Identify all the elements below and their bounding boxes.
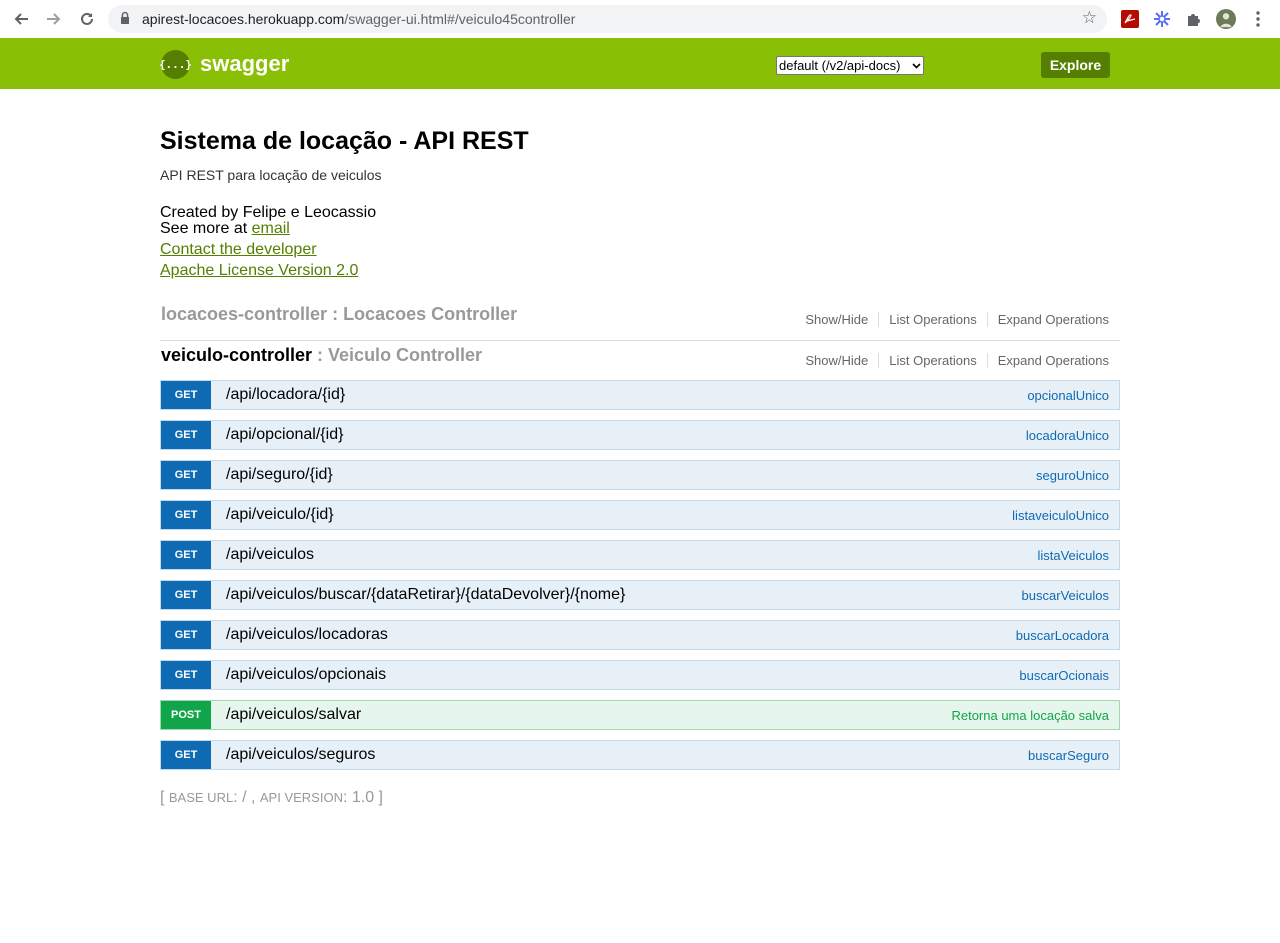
see-more-text: See more at email (160, 220, 290, 237)
http-method-badge[interactable]: GET (161, 381, 211, 409)
api-spec-select[interactable]: default (/v2/api-docs) (776, 56, 924, 75)
chevron-down-icon (912, 62, 921, 69)
expand-operations-link[interactable]: Expand Operations (988, 353, 1109, 368)
operation-summary[interactable]: seguroUnico (1036, 468, 1109, 483)
back-arrow-icon[interactable] (9, 7, 33, 31)
http-method-badge[interactable]: GET (161, 421, 211, 449)
url-text: apirest-locacoes.herokuapp.com/swagger-u… (142, 11, 576, 27)
operation-row[interactable]: GET/api/locadora/{id} opcionalUnico (160, 380, 1120, 410)
operation-row[interactable]: POST/api/veiculos/salvar Retorna uma loca… (160, 700, 1120, 730)
forward-arrow-icon[interactable] (42, 7, 66, 31)
expand-operations-link[interactable]: Expand Operations (988, 312, 1109, 327)
browser-toolbar: apirest-locacoes.herokuapp.com/swagger-u… (0, 0, 1280, 39)
swagger-logo-text[interactable]: swagger (200, 51, 289, 77)
address-bar[interactable]: apirest-locacoes.herokuapp.com/swagger-u… (108, 5, 1107, 33)
http-method-badge[interactable]: GET (161, 661, 211, 689)
http-method-badge[interactable]: GET (161, 461, 211, 489)
pdf-extension-icon[interactable] (1120, 9, 1140, 29)
operation-path[interactable]: /api/veiculos/buscar/{dataRetirar}/{data… (226, 586, 625, 604)
resource-veiculo-controller: veiculo-controller : Veiculo Controller … (160, 345, 1120, 381)
operation-summary[interactable]: locadoraUnico (1026, 428, 1109, 443)
resource-locacoes-controller: locacoes-controller : Locacoes Controlle… (160, 304, 1120, 341)
operation-summary[interactable]: buscarOcionais (1019, 668, 1109, 683)
operation-row[interactable]: GET/api/veiculos/locadoras buscarLocadora (160, 620, 1120, 650)
operation-summary[interactable]: listaveiculoUnico (1012, 508, 1109, 523)
swagger-logo-icon[interactable]: {...} (159, 50, 192, 79)
operation-row[interactable]: GET/api/seguro/{id} seguroUnico (160, 460, 1120, 490)
api-title: Sistema de locação - API REST (160, 127, 529, 155)
operation-row[interactable]: GET/api/veiculos/buscar/{dataRetirar}/{d… (160, 580, 1120, 610)
operation-summary[interactable]: buscarSeguro (1028, 748, 1109, 763)
kebab-menu-icon[interactable] (1248, 9, 1268, 29)
operation-summary[interactable]: buscarVeiculos (1022, 588, 1109, 603)
operation-row[interactable]: GET/api/opcional/{id} locadoraUnico (160, 420, 1120, 450)
show-hide-link[interactable]: Show/Hide (805, 353, 880, 368)
swagger-header: {...} swagger default (/v2/api-docs) Exp… (0, 38, 1280, 89)
operation-path[interactable]: /api/seguro/{id} (226, 466, 333, 484)
http-method-badge[interactable]: GET (161, 581, 211, 609)
explore-button[interactable]: Explore (1041, 52, 1110, 78)
operation-path[interactable]: /api/opcional/{id} (226, 426, 343, 444)
api-footer: [ BASE URL: / , API VERSION: 1.0 ] (160, 789, 383, 806)
resource-actions: Show/Hide List Operations Expand Operati… (805, 353, 1109, 368)
contact-developer-link[interactable]: Contact the developer (160, 241, 317, 259)
operation-path[interactable]: /api/veiculos/locadoras (226, 626, 388, 644)
operation-row[interactable]: GET/api/veiculos/seguros buscarSeguro (160, 740, 1120, 770)
reload-icon[interactable] (75, 7, 99, 31)
list-operations-link[interactable]: List Operations (879, 353, 988, 368)
operation-path[interactable]: /api/veiculos (226, 546, 314, 564)
operation-path[interactable]: /api/veiculos/seguros (226, 746, 375, 764)
operation-row[interactable]: GET/api/veiculos listaVeiculos (160, 540, 1120, 570)
license-link[interactable]: Apache License Version 2.0 (160, 262, 358, 280)
api-description: API REST para locação de veiculos (160, 167, 382, 183)
api-spec-select-value: default (/v2/api-docs) (779, 58, 901, 73)
http-method-badge[interactable]: GET (161, 741, 211, 769)
resource-title[interactable]: veiculo-controller : Veiculo Controller (161, 345, 482, 366)
operation-path[interactable]: /api/locadora/{id} (226, 386, 345, 404)
puzzle-extension-icon[interactable] (1184, 9, 1204, 29)
email-link[interactable]: email (252, 220, 290, 237)
list-operations-link[interactable]: List Operations (879, 312, 988, 327)
operation-row[interactable]: GET/api/veiculo/{id} listaveiculoUnico (160, 500, 1120, 530)
http-method-badge[interactable]: GET (161, 621, 211, 649)
show-hide-link[interactable]: Show/Hide (805, 312, 880, 327)
profile-avatar[interactable] (1216, 9, 1236, 29)
operation-row[interactable]: GET/api/veiculos/opcionais buscarOcionais (160, 660, 1120, 690)
http-method-badge[interactable]: POST (161, 701, 211, 729)
operation-summary[interactable]: opcionalUnico (1027, 388, 1109, 403)
operation-summary[interactable]: listaVeiculos (1037, 548, 1109, 563)
operation-summary[interactable]: Retorna uma locação salva (951, 708, 1109, 723)
operation-path[interactable]: /api/veiculos/opcionais (226, 666, 386, 684)
operation-summary[interactable]: buscarLocadora (1016, 628, 1109, 643)
operation-path[interactable]: /api/veiculo/{id} (226, 506, 334, 524)
lock-icon (120, 11, 130, 30)
http-method-badge[interactable]: GET (161, 501, 211, 529)
resource-actions: Show/Hide List Operations Expand Operati… (805, 312, 1109, 327)
http-method-badge[interactable]: GET (161, 541, 211, 569)
star-icon[interactable]: ☆ (1082, 8, 1097, 28)
operation-path[interactable]: /api/veiculos/salvar (226, 706, 361, 724)
flower-extension-icon[interactable] (1152, 9, 1172, 29)
resource-title[interactable]: locacoes-controller : Locacoes Controlle… (161, 304, 517, 325)
